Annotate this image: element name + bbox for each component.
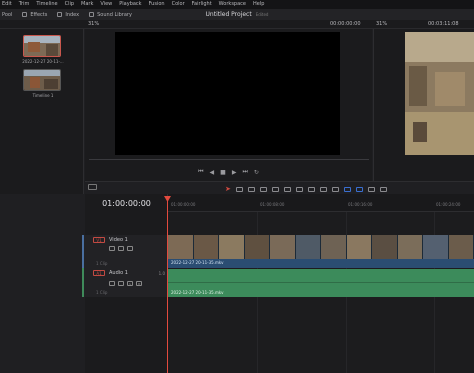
menu-edit[interactable]: Edit bbox=[2, 0, 12, 9]
audio-clip-count: 1 Clip bbox=[96, 290, 108, 295]
transport-controls: ⏮ ◀ ■ ▶ ⏭ ↻ bbox=[85, 163, 372, 181]
overwrite-clip-icon[interactable] bbox=[283, 186, 291, 192]
selection-arrow-icon[interactable]: ➤ bbox=[225, 185, 231, 193]
effects-icon bbox=[22, 12, 28, 17]
menu-fairlight[interactable]: Fairlight bbox=[192, 0, 212, 9]
replace-clip-icon[interactable] bbox=[295, 186, 303, 192]
audio-clip[interactable]: 2022-12-27 20-11-35.mkv bbox=[168, 269, 474, 297]
source-timecode: 00:00:00:00 bbox=[330, 21, 361, 27]
audio-clip-label: 2022-12-27 20-11-35.mkv bbox=[171, 290, 224, 295]
marker-icon[interactable] bbox=[355, 186, 363, 192]
menu-mark[interactable]: Mark bbox=[81, 0, 93, 9]
lock-icon[interactable] bbox=[109, 281, 115, 286]
index-button[interactable]: Index bbox=[57, 12, 79, 18]
timeline-view-options-icon[interactable] bbox=[88, 184, 97, 190]
audio-track-header[interactable]: A1 Audio 1 1.0 S M 1 Clip bbox=[82, 268, 168, 297]
dynamic-trim-icon[interactable] bbox=[247, 186, 255, 192]
audio-level: 1.0 bbox=[158, 271, 165, 276]
audio-track-name[interactable]: Audio 1 bbox=[109, 270, 128, 276]
playhead[interactable] bbox=[167, 197, 168, 373]
mute-button[interactable]: M bbox=[136, 281, 142, 286]
menu-trim[interactable]: Trim bbox=[19, 0, 30, 9]
zoom-in-icon[interactable] bbox=[379, 186, 387, 192]
menu-timeline[interactable]: Timeline bbox=[36, 0, 57, 9]
flag-icon[interactable] bbox=[343, 186, 351, 192]
program-zoom[interactable]: 31% bbox=[376, 21, 387, 27]
audio-waveform bbox=[168, 282, 474, 283]
video-clip-label: 2022-12-27 20-11-35.mkv bbox=[171, 260, 224, 265]
timeline-toolbar: ➤ bbox=[85, 181, 474, 194]
jump-end-icon[interactable]: ⏭ bbox=[242, 168, 247, 176]
sound-library-button[interactable]: Sound Library bbox=[89, 12, 132, 18]
timeline-timecode: 01:00:00:00 bbox=[102, 199, 151, 208]
track-badge-v1[interactable]: V1 bbox=[93, 237, 105, 243]
track-badge-a1[interactable]: A1 bbox=[93, 270, 105, 276]
program-viewer[interactable] bbox=[405, 32, 474, 155]
media-clip-label: 2022-12-27 20-11-... bbox=[22, 59, 64, 64]
ruler-tick: 01:00:16:00 bbox=[348, 202, 373, 207]
linked-selection-icon[interactable] bbox=[319, 186, 327, 192]
menu-fusion[interactable]: Fusion bbox=[149, 0, 165, 9]
video-clip[interactable]: 2022-12-27 20-11-35.mkv bbox=[168, 235, 474, 268]
source-zoom[interactable]: 31% bbox=[88, 21, 99, 27]
source-scrubber[interactable] bbox=[89, 159, 369, 160]
menu-workspace[interactable]: Workspace bbox=[219, 0, 246, 9]
insert-clip-icon[interactable] bbox=[271, 186, 279, 192]
top-toolbar: Pool Effects Index Sound Library bbox=[0, 9, 474, 20]
ruler-tick: 01:00:08:00 bbox=[260, 202, 285, 207]
trim-tool-icon[interactable] bbox=[235, 186, 243, 192]
source-viewer[interactable] bbox=[115, 32, 340, 155]
lock-icon[interactable] bbox=[109, 246, 115, 251]
auto-select-icon[interactable] bbox=[118, 281, 124, 286]
stop-icon[interactable]: ■ bbox=[220, 169, 226, 176]
ruler-tick: 01:00:00:00 bbox=[171, 202, 196, 207]
menu-view[interactable]: View bbox=[100, 0, 112, 9]
loop-icon[interactable]: ↻ bbox=[254, 169, 259, 176]
timeline-label: Timeline 1 bbox=[32, 93, 54, 98]
monitor-icon[interactable] bbox=[127, 246, 133, 251]
media-clip-thumbnail[interactable] bbox=[23, 35, 61, 57]
step-back-icon[interactable]: ◀ bbox=[210, 169, 215, 176]
menu-color[interactable]: Color bbox=[172, 0, 185, 9]
jump-start-icon[interactable]: ⏮ bbox=[198, 168, 203, 176]
video-clip-thumbnails bbox=[168, 235, 474, 259]
menu-playback[interactable]: Playback bbox=[119, 0, 141, 9]
media-pool: 2022-12-27 20-11-... Timeline 1 bbox=[0, 29, 84, 194]
media-pool-button[interactable]: Pool bbox=[2, 12, 12, 18]
video-track-header[interactable]: V1 Video 1 1 Clip bbox=[82, 235, 168, 268]
timeline-thumbnail[interactable] bbox=[23, 69, 61, 91]
video-clip-count: 1 Clip bbox=[96, 261, 108, 266]
ruler-tick: 01:00:24:00 bbox=[436, 202, 461, 207]
sound-library-icon bbox=[89, 12, 95, 17]
solo-button[interactable]: S bbox=[127, 281, 133, 286]
menu-help[interactable]: Help bbox=[253, 0, 264, 9]
auto-select-icon[interactable] bbox=[118, 246, 124, 251]
index-icon bbox=[57, 12, 63, 17]
menu-clip[interactable]: Clip bbox=[65, 0, 74, 9]
video-track-name[interactable]: Video 1 bbox=[109, 237, 128, 243]
snapping-icon[interactable] bbox=[307, 186, 315, 192]
position-lock-icon[interactable] bbox=[331, 186, 339, 192]
zoom-out-icon[interactable] bbox=[367, 186, 375, 192]
play-icon[interactable]: ▶ bbox=[232, 169, 237, 176]
blade-tool-icon[interactable] bbox=[259, 186, 267, 192]
program-timecode: 00:03:11:08 bbox=[428, 21, 459, 27]
viewer-subbar: 31% 00:00:00:00 31% 00:03:11:08 bbox=[0, 20, 474, 29]
menu-bar: Edit Trim Timeline Clip Mark View Playba… bbox=[0, 0, 474, 9]
timeline-ruler[interactable]: 01:00:00:00 01:00:08:00 01:00:16:00 01:0… bbox=[168, 194, 474, 212]
effects-button[interactable]: Effects bbox=[22, 12, 47, 18]
